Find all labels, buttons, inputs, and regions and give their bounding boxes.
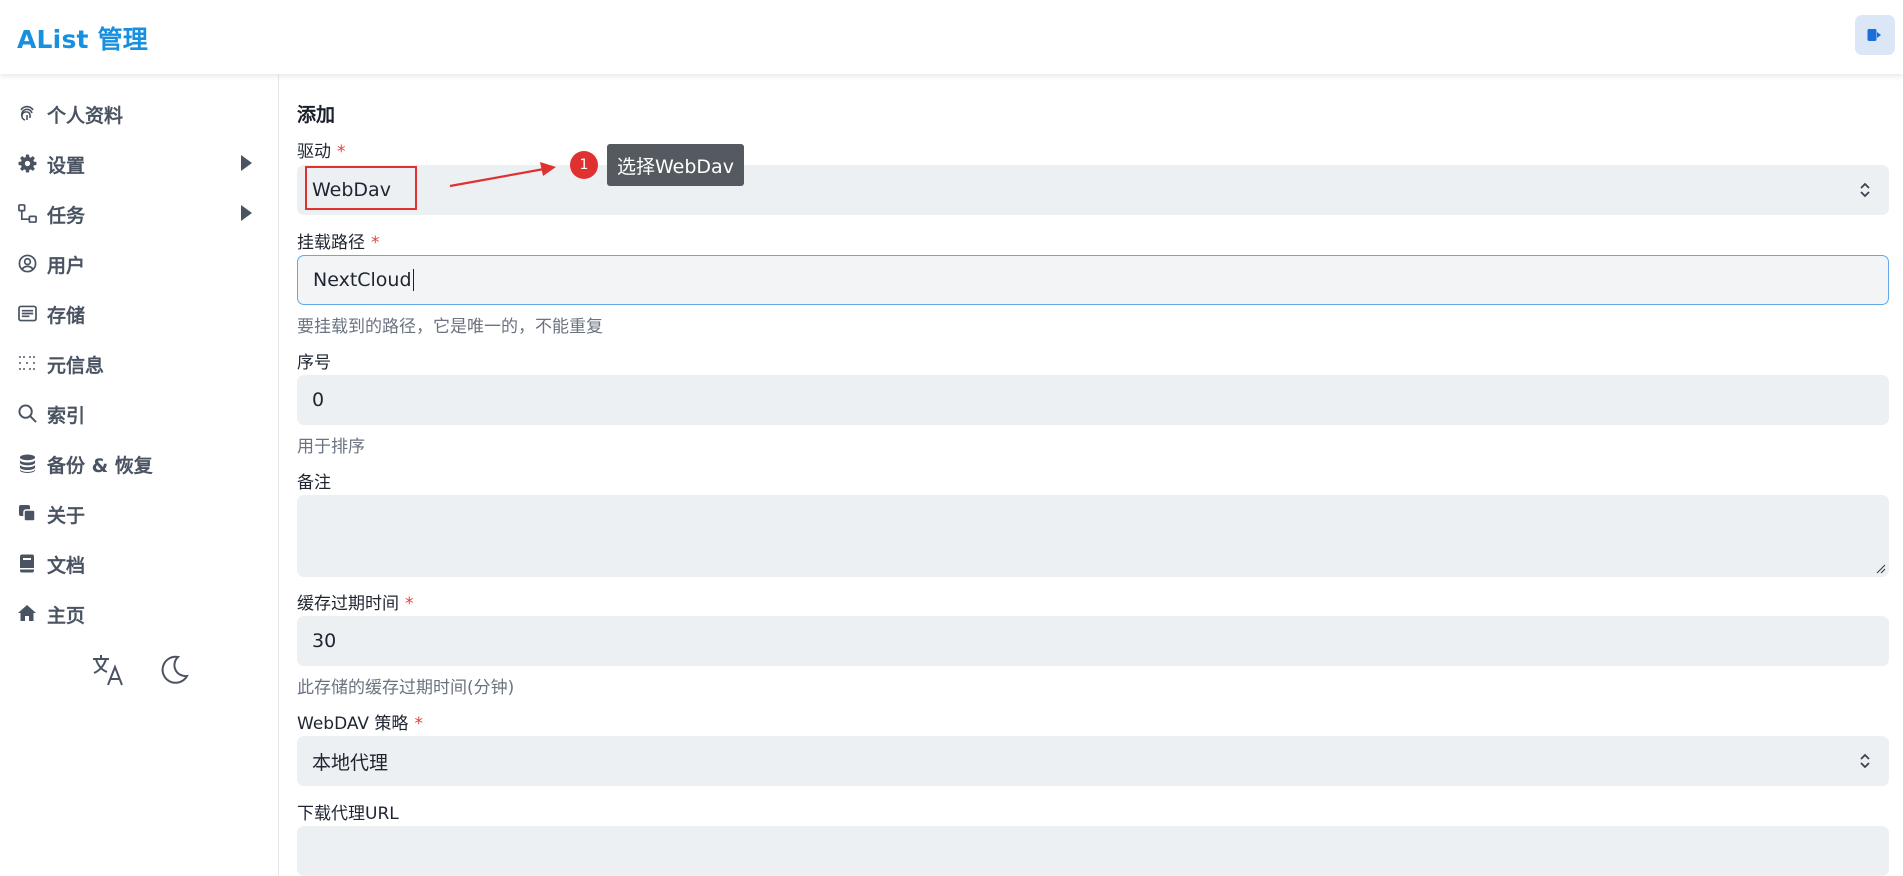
form-title: 添加 xyxy=(297,104,336,126)
main-content: 添加 驱动 * WebDav 挂载路径 * NextCloud 要挂载到的路径，它是… xyxy=(279,74,1903,876)
mount-path-label: 挂载路径 * xyxy=(297,233,380,253)
gear-icon xyxy=(17,153,37,173)
chevron-updown-icon xyxy=(1860,753,1870,769)
text-cursor xyxy=(412,269,415,291)
annotation-badge: 1 xyxy=(570,151,598,179)
sidebar-item-users[interactable]: 用户 xyxy=(0,240,278,284)
dark-mode-button[interactable] xyxy=(154,650,194,690)
workflow-icon xyxy=(17,203,37,223)
sidebar-item-tasks[interactable]: 任务 xyxy=(0,190,278,234)
search-icon xyxy=(17,403,37,423)
annotation-tooltip: 选择WebDav xyxy=(607,144,744,186)
download-proxy-url-input[interactable] xyxy=(297,826,1889,876)
language-button[interactable] xyxy=(88,650,128,690)
mount-path-input[interactable]: NextCloud xyxy=(297,255,1889,305)
chevron-right-icon xyxy=(241,155,252,171)
sidebar-item-meta[interactable]: 元信息 xyxy=(0,340,278,384)
translate-icon xyxy=(93,655,123,686)
logout-button[interactable] xyxy=(1855,15,1895,55)
sidebar-item-label: 存储 xyxy=(47,305,86,327)
sidebar: 个人资料 设置 任务 用户 存储 元信息 索引 备份 & 恢复 关于 文档 主页 xyxy=(0,74,279,876)
sidebar-item-label: 个人资料 xyxy=(47,105,124,127)
sidebar-item-label: 索引 xyxy=(47,405,86,427)
logout-icon xyxy=(1867,29,1881,41)
sidebar-item-label: 文档 xyxy=(47,555,86,577)
database-icon xyxy=(17,453,37,473)
sidebar-tools xyxy=(88,650,194,690)
order-value: 0 xyxy=(312,389,325,411)
remark-label: 备注 xyxy=(297,473,331,493)
cache-expiration-label: 缓存过期时间 * xyxy=(297,594,414,614)
order-input[interactable]: 0 xyxy=(297,375,1889,425)
sidebar-item-settings[interactable]: 设置 xyxy=(0,140,278,184)
fingerprint-icon xyxy=(17,103,37,123)
sidebar-item-label: 关于 xyxy=(47,505,86,527)
chevron-updown-icon xyxy=(1860,182,1870,198)
download-proxy-url-label: 下载代理URL xyxy=(297,804,399,824)
sidebar-item-label: 元信息 xyxy=(47,355,105,377)
user-circle-icon xyxy=(17,253,37,273)
remark-textarea[interactable] xyxy=(297,495,1889,577)
cache-expiration-value: 30 xyxy=(312,630,337,652)
grid-dots-icon xyxy=(17,353,37,373)
cache-expiration-help: 此存储的缓存过期时间(分钟) xyxy=(297,678,515,698)
app-title[interactable]: AList 管理 xyxy=(17,20,148,56)
copy-icon xyxy=(17,503,37,523)
mount-path-value: NextCloud xyxy=(313,269,412,291)
chevron-right-icon xyxy=(241,205,252,221)
mount-path-help: 要挂载到的路径，它是唯一的，不能重复 xyxy=(297,317,603,337)
driver-label: 驱动 * xyxy=(297,142,346,162)
sidebar-item-backup[interactable]: 备份 & 恢复 xyxy=(0,440,278,484)
cache-expiration-input[interactable]: 30 xyxy=(297,616,1889,666)
order-help: 用于排序 xyxy=(297,437,365,457)
sidebar-item-label: 设置 xyxy=(47,155,86,177)
top-header: AList 管理 xyxy=(0,0,1903,74)
sidebar-item-about[interactable]: 关于 xyxy=(0,490,278,534)
webdav-policy-label: WebDAV 策略 * xyxy=(297,714,423,734)
moon-icon xyxy=(161,655,189,684)
sidebar-item-storage[interactable]: 存储 xyxy=(0,290,278,334)
sidebar-item-label: 主页 xyxy=(47,605,86,627)
storage-icon xyxy=(17,303,37,323)
sidebar-item-label: 备份 & 恢复 xyxy=(47,455,153,477)
sidebar-item-index[interactable]: 索引 xyxy=(0,390,278,434)
driver-select-value: WebDav xyxy=(312,179,391,201)
webdav-policy-select[interactable]: 本地代理 xyxy=(297,736,1889,786)
sidebar-item-docs[interactable]: 文档 xyxy=(0,540,278,584)
order-label: 序号 xyxy=(297,353,331,373)
annotation-arrow-icon xyxy=(449,162,556,188)
webdav-policy-value: 本地代理 xyxy=(312,751,389,774)
resize-handle-icon[interactable] xyxy=(1875,563,1886,574)
sidebar-item-profile[interactable]: 个人资料 xyxy=(0,90,278,134)
home-icon xyxy=(17,603,37,623)
sidebar-item-home[interactable]: 主页 xyxy=(0,590,278,634)
sidebar-item-label: 用户 xyxy=(47,255,86,277)
sidebar-item-label: 任务 xyxy=(47,205,86,227)
book-icon xyxy=(17,553,37,573)
